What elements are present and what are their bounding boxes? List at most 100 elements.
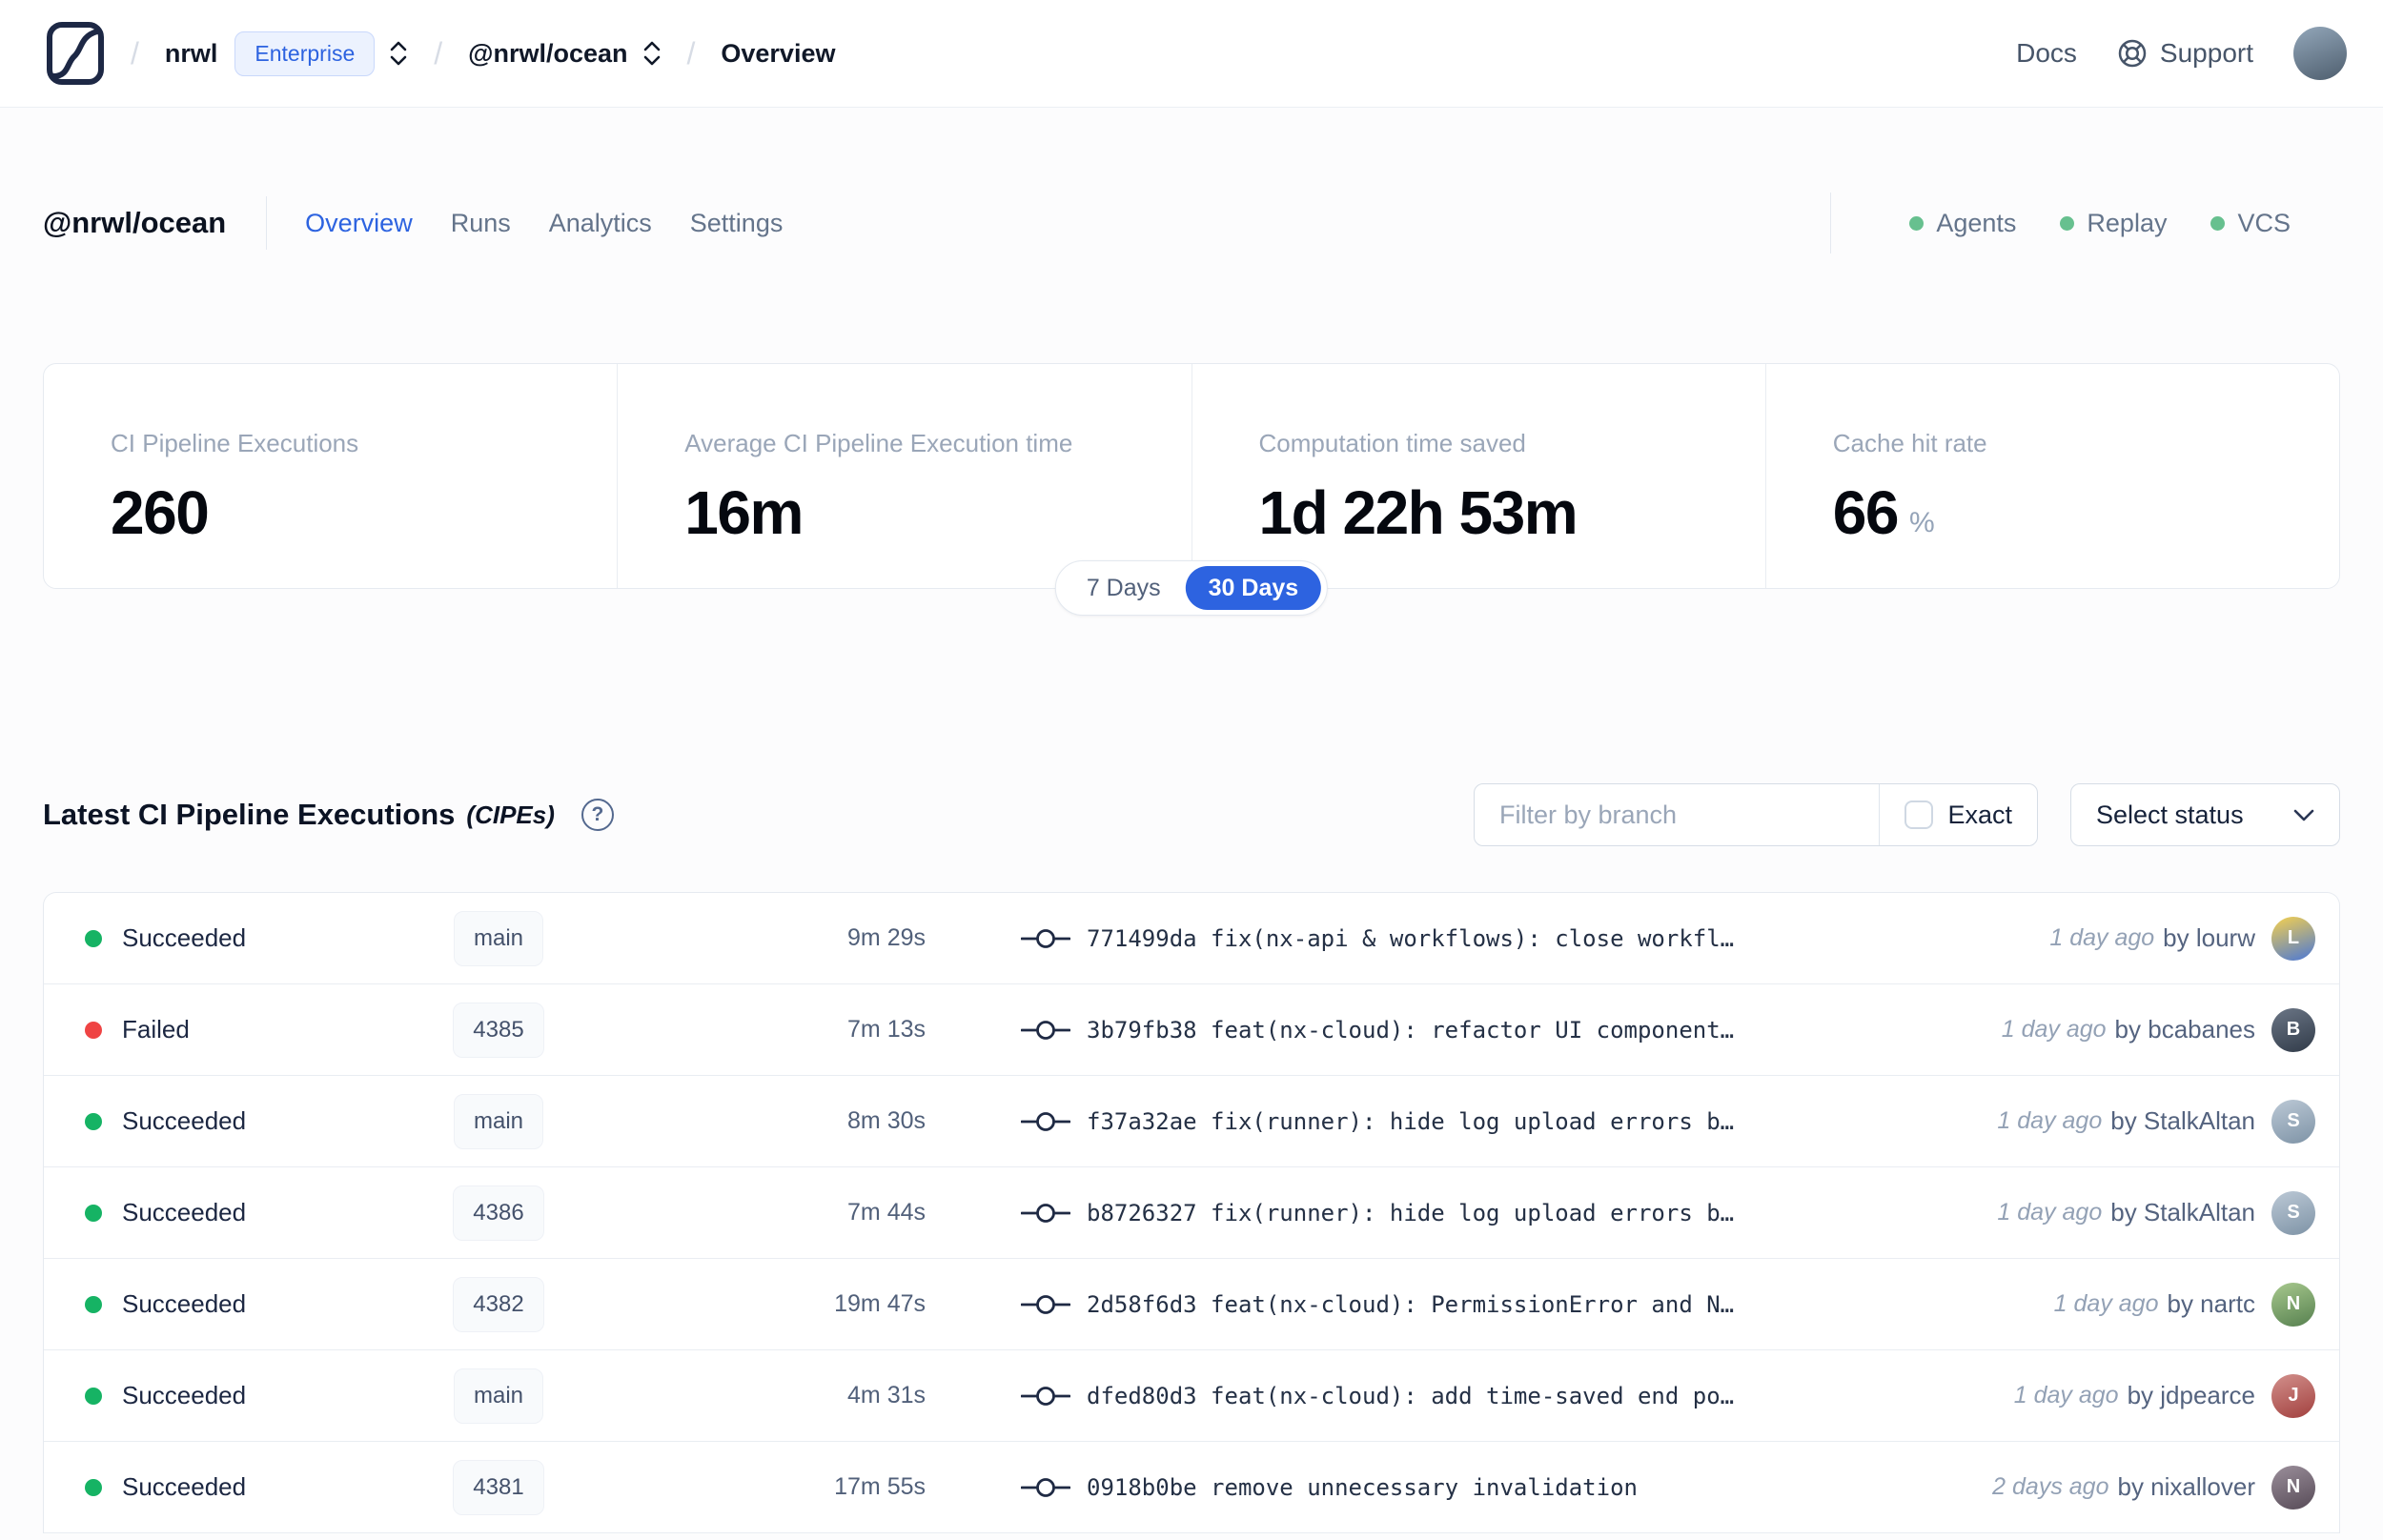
org-name: nrwl (164, 38, 218, 68)
branch-filter-input[interactable] (1475, 800, 1880, 830)
nx-cloud-logo-icon[interactable] (46, 21, 105, 86)
status-dot-icon (85, 1112, 102, 1130)
branch-badge: main (453, 1368, 544, 1424)
branch-badge: 4385 (453, 1002, 544, 1058)
time-ago: 1 day ago (1997, 1107, 2103, 1134)
range-7-days[interactable]: 7 Days (1062, 575, 1186, 602)
status-label: Succeeded (122, 1289, 247, 1318)
support-link[interactable]: Support (2117, 38, 2253, 69)
workspace-switcher-icon[interactable] (642, 39, 662, 68)
author-label: by jdpearce (2127, 1381, 2255, 1409)
stat-value: 1d 22h 53m (1258, 478, 1578, 547)
tab-analytics[interactable]: Analytics (549, 209, 652, 238)
main-content: @nrwl/ocean Overview Runs Analytics Sett… (0, 192, 2383, 1533)
exact-toggle[interactable]: Exact (1880, 800, 2037, 830)
time-ago: 1 day ago (2001, 1016, 2107, 1043)
status-dot-icon (85, 929, 102, 947)
help-icon[interactable]: ? (580, 799, 614, 831)
table-row[interactable]: Succeeded main 8m 30s f37a32ae fix(runne… (44, 1076, 2339, 1167)
row-meta: 1 day ago by StalkAltan S (1997, 1099, 2315, 1144)
table-row[interactable]: Succeeded 4382 19m 47s 2d58f6d3 feat(nx-… (44, 1259, 2339, 1350)
cipe-table: Succeeded main 9m 29s 771499da fix(nx-ap… (43, 892, 2340, 1533)
page-title: @nrwl/ocean (43, 206, 227, 239)
status-dot-icon (85, 1387, 102, 1405)
service-agents[interactable]: Agents (1909, 209, 2016, 238)
stat-value: 260 (111, 478, 210, 547)
status-dot-icon (2060, 215, 2075, 231)
git-commit-icon (1021, 1476, 1070, 1499)
lifebuoy-icon (2117, 38, 2148, 69)
commit-text: 0918b0be remove unnecessary invalidation (1087, 1473, 1638, 1501)
tab-runs[interactable]: Runs (451, 209, 511, 238)
commit-text: f37a32ae fix(runner): hide log upload er… (1087, 1107, 1735, 1135)
commit-link[interactable]: dfed80d3 feat(nx-cloud): add time-saved … (926, 1383, 2014, 1409)
git-commit-icon (1021, 1019, 1070, 1042)
branch-badge: 4386 (453, 1185, 544, 1241)
status-dot-icon (85, 1295, 102, 1313)
status-dot-icon (85, 1204, 102, 1222)
time-ago: 1 day ago (1997, 1199, 2103, 1226)
commit-text: 2d58f6d3 feat(nx-cloud): PermissionError… (1087, 1290, 1735, 1318)
range-30-days[interactable]: 30 Days (1185, 566, 1322, 610)
time-ago: 1 day ago (2049, 924, 2155, 951)
service-replay[interactable]: Replay (2060, 209, 2167, 238)
exact-checkbox[interactable] (1904, 800, 1934, 829)
status-label: Succeeded (122, 1198, 247, 1226)
time-ago: 1 day ago (2053, 1290, 2159, 1317)
breadcrumb-separator: / (686, 35, 696, 71)
support-label: Support (2159, 38, 2253, 68)
table-row[interactable]: Succeeded main 4m 31s dfed80d3 feat(nx-c… (44, 1350, 2339, 1442)
stats-cards: CI Pipeline Executions 260 Average CI Pi… (43, 363, 2340, 616)
author-label: by nartc (2167, 1289, 2256, 1318)
cipe-filters: Exact Select status (1474, 783, 2340, 846)
org-switcher-icon[interactable] (389, 39, 408, 68)
row-meta: 1 day ago by bcabanes B (2001, 1007, 2315, 1052)
select-status-dropdown[interactable]: Select status (2070, 783, 2340, 846)
author-avatar: S (2271, 1190, 2315, 1235)
breadcrumb-workspace[interactable]: @nrwl/ocean (468, 39, 661, 69)
author-label: by StalkAltan (2110, 1198, 2255, 1226)
user-avatar[interactable] (2293, 27, 2347, 80)
status-label: Succeeded (122, 1381, 247, 1409)
status-label: Succeeded (122, 1106, 247, 1135)
table-row[interactable]: Succeeded main 9m 29s 771499da fix(nx-ap… (44, 893, 2339, 984)
row-meta: 1 day ago by nartc N (2053, 1282, 2315, 1327)
stat-cache-hit-rate: Cache hit rate 66 % (1764, 364, 2339, 588)
row-meta: 1 day ago by lourw L (2049, 916, 2315, 961)
stat-computation-time-saved: Computation time saved 1d 22h 53m (1191, 364, 1765, 588)
status-dot-icon (85, 1021, 102, 1039)
breadcrumb-org[interactable]: nrwl Enterprise (164, 30, 408, 76)
breadcrumb-separator: / (131, 35, 139, 71)
cipe-section-header: Latest CI Pipeline Executions (CIPEs) ? … (43, 783, 2340, 846)
workspace-tabs: Overview Runs Analytics Settings (305, 209, 783, 238)
commit-link[interactable]: 771499da fix(nx-api & workflows): close … (926, 925, 2049, 952)
commit-link[interactable]: 0918b0be remove unnecessary invalidation (926, 1474, 1992, 1501)
tab-overview[interactable]: Overview (305, 209, 413, 238)
branch-badge: main (453, 910, 544, 966)
breadcrumb-page: Overview (721, 38, 836, 68)
duration-label: 19m 47s (834, 1290, 926, 1317)
docs-link[interactable]: Docs (2016, 38, 2077, 69)
workspace-header: @nrwl/ocean Overview Runs Analytics Sett… (43, 192, 2340, 254)
commit-link[interactable]: 2d58f6d3 feat(nx-cloud): PermissionError… (926, 1291, 2054, 1318)
duration-label: 7m 44s (847, 1199, 926, 1226)
author-avatar: S (2271, 1099, 2315, 1144)
duration-label: 4m 31s (847, 1382, 926, 1408)
author-label: by bcabanes (2114, 1015, 2255, 1044)
divider (1830, 192, 1832, 253)
exact-label: Exact (1947, 800, 2012, 829)
table-row[interactable]: Succeeded 4386 7m 44s b8726327 fix(runne… (44, 1167, 2339, 1259)
table-row[interactable]: Succeeded 4381 17m 55s 0918b0be remove u… (44, 1442, 2339, 1533)
branch-badge: 4382 (453, 1276, 544, 1332)
author-avatar: N (2271, 1465, 2315, 1510)
commit-link[interactable]: 3b79fb38 feat(nx-cloud): refactor UI com… (926, 1017, 2002, 1044)
tab-settings[interactable]: Settings (690, 209, 784, 238)
commit-link[interactable]: f37a32ae fix(runner): hide log upload er… (926, 1108, 1997, 1135)
commit-link[interactable]: b8726327 fix(runner): hide log upload er… (926, 1200, 1997, 1226)
cipe-title: Latest CI Pipeline Executions (43, 798, 456, 831)
breadcrumb-separator: / (434, 35, 443, 71)
service-vcs[interactable]: VCS (2210, 209, 2291, 238)
commit-text: b8726327 fix(runner): hide log upload er… (1087, 1199, 1735, 1226)
table-row[interactable]: Failed 4385 7m 13s 3b79fb38 feat(nx-clou… (44, 984, 2339, 1076)
stat-ci-pipeline-executions: CI Pipeline Executions 260 (44, 364, 617, 588)
